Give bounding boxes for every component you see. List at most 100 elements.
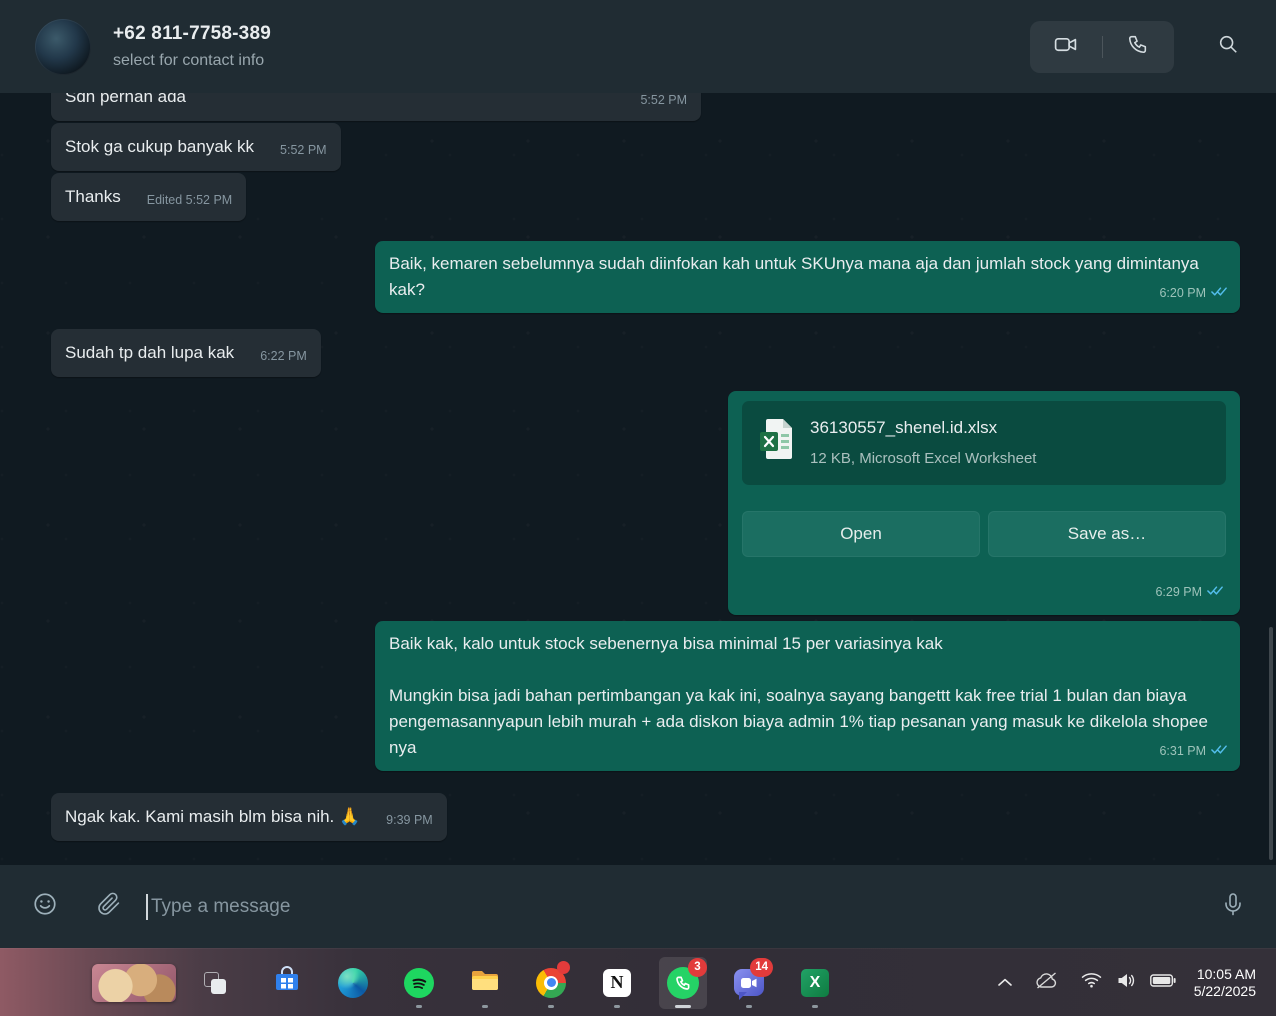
- call-button-group: [1030, 20, 1175, 73]
- message-time: 6:20 PM: [1159, 286, 1206, 300]
- wifi-tray-button[interactable]: [1081, 972, 1102, 993]
- battery-tray-button[interactable]: [1149, 973, 1176, 992]
- message-status: 6:31 PM: [1159, 738, 1228, 764]
- running-indicator: [812, 1004, 818, 1008]
- video-call-icon: [1053, 32, 1078, 62]
- chat-scroll-area[interactable]: Sdh pernah ada 5:52 PM Stok ga cukup ban…: [0, 93, 1276, 865]
- file-name: 36130557_shenel.id.xlsx: [810, 417, 998, 437]
- incoming-message-bubble[interactable]: Ngak kak. Kami masih blm bisa nih. 🙏 9:3…: [51, 793, 447, 841]
- file-action-buttons: Open Save as…: [742, 511, 1226, 557]
- taskbar-edge[interactable]: [329, 957, 377, 1009]
- message-input[interactable]: [151, 895, 1202, 918]
- search-icon: [1217, 33, 1239, 60]
- taskbar-chat[interactable]: 14: [725, 957, 773, 1009]
- running-indicator: [675, 1004, 691, 1008]
- open-button[interactable]: Open: [742, 511, 980, 557]
- windows-taskbar: N 3 14 X 10:05 AM 5/22/2025: [0, 948, 1276, 1016]
- notification-badge: [557, 960, 570, 974]
- message-edited-time: Edited 5:52 PM: [146, 193, 233, 207]
- taskbar-spotify[interactable]: [395, 957, 443, 1009]
- outgoing-message-bubble[interactable]: Baik kak, kalo untuk stock sebenernya bi…: [375, 621, 1240, 771]
- read-ticks-icon: [1207, 579, 1224, 605]
- contact-phone-title: +62 811-7758-389: [113, 23, 271, 44]
- taskbar-microsoft-store[interactable]: [263, 957, 311, 1009]
- excel-icon: X: [801, 968, 829, 997]
- file-details: 36130557_shenel.id.xlsx 12 KB, Microsoft…: [810, 415, 1036, 472]
- whatsapp-unread-badge: 3: [688, 957, 707, 977]
- read-ticks-icon: [1211, 738, 1228, 764]
- taskbar-notion[interactable]: N: [593, 957, 641, 1009]
- running-indicator: [548, 1004, 554, 1008]
- message-row: Baik, kemaren sebelumnya sudah diinfokan…: [51, 241, 1240, 313]
- message-row: 36130557_shenel.id.xlsx 12 KB, Microsoft…: [51, 391, 1240, 615]
- message-row: Stok ga cukup banyak kk 5:52 PM: [51, 123, 1240, 171]
- emoji-button[interactable]: [30, 892, 60, 922]
- phone-icon: [1127, 33, 1149, 60]
- whatsapp-window: +62 811-7758-389 select for contact info: [0, 0, 1276, 1016]
- message-time: 6:29 PM: [1155, 585, 1202, 599]
- edge-icon: [338, 967, 368, 998]
- scrollbar-thumb[interactable]: [1269, 627, 1273, 860]
- text-cursor: [146, 893, 148, 920]
- widgets-button[interactable]: [92, 963, 176, 1002]
- message-time: 5:52 PM: [280, 143, 327, 157]
- message-text: Sudah tp dah lupa kak: [65, 343, 235, 362]
- incoming-message-bubble[interactable]: Stok ga cukup banyak kk 5:52 PM: [51, 123, 341, 171]
- taskbar-chrome[interactable]: [527, 957, 575, 1009]
- outgoing-message-bubble[interactable]: Baik, kemaren sebelumnya sudah diinfokan…: [375, 241, 1240, 313]
- running-indicator: [416, 1004, 422, 1008]
- file-explorer-icon: [470, 966, 500, 999]
- task-view-button[interactable]: [204, 971, 226, 994]
- attach-button[interactable]: [94, 892, 124, 922]
- message-row: Baik kak, kalo untuk stock sebenernya bi…: [51, 621, 1240, 771]
- message-time: 6:22 PM: [260, 349, 307, 363]
- microsoft-store-icon: [272, 965, 302, 1000]
- chat-unread-badge: 14: [750, 957, 773, 977]
- taskbar-whatsapp[interactable]: 3: [659, 956, 707, 1009]
- contact-info-area[interactable]: +62 811-7758-389 select for contact info: [113, 23, 1030, 70]
- message-text: Sdh pernah ada: [65, 93, 186, 106]
- message-status: 6:29 PM: [742, 579, 1226, 605]
- taskbar-clock[interactable]: 10:05 AM 5/22/2025: [1194, 966, 1256, 1000]
- paperclip-icon: [97, 892, 121, 921]
- message-input-area: [146, 893, 1202, 920]
- contact-avatar[interactable]: [35, 18, 91, 75]
- message-row: Ngak kak. Kami masih blm bisa nih. 🙏 9:3…: [51, 793, 1240, 841]
- message-text: Baik kak, kalo untuk stock sebenernya bi…: [389, 634, 943, 653]
- running-indicator: [614, 1004, 620, 1008]
- video-call-button[interactable]: [1030, 21, 1102, 73]
- file-attachment[interactable]: 36130557_shenel.id.xlsx 12 KB, Microsoft…: [742, 401, 1226, 485]
- message-composer: [0, 865, 1276, 948]
- incoming-message-bubble[interactable]: Thanks Edited 5:52 PM: [51, 173, 247, 221]
- message-status: 6:20 PM: [1159, 280, 1228, 306]
- save-as-button[interactable]: Save as…: [988, 511, 1226, 557]
- incoming-message-bubble[interactable]: Sdh pernah ada 5:52 PM: [51, 93, 701, 121]
- cloud-offline-icon: [1034, 971, 1059, 994]
- volume-tray-button[interactable]: [1116, 972, 1136, 994]
- chevron-up-icon: [997, 974, 1012, 992]
- notion-icon: N: [603, 968, 631, 997]
- voice-call-button[interactable]: [1103, 21, 1175, 73]
- battery-icon: [1149, 973, 1176, 992]
- running-indicator: [746, 1004, 752, 1008]
- message-time: 6:31 PM: [1159, 744, 1206, 758]
- voice-message-button[interactable]: [1218, 892, 1248, 922]
- message-text: Ngak kak. Kami masih blm bisa nih. 🙏: [65, 807, 361, 826]
- incoming-message-bubble[interactable]: Sudah tp dah lupa kak 6:22 PM: [51, 329, 321, 377]
- wifi-icon: [1081, 972, 1102, 993]
- taskbar-file-explorer[interactable]: [461, 957, 509, 1009]
- search-button[interactable]: [1208, 33, 1248, 60]
- message-row: Sdh pernah ada 5:52 PM: [51, 93, 1240, 121]
- outgoing-file-message-bubble[interactable]: 36130557_shenel.id.xlsx 12 KB, Microsoft…: [728, 391, 1240, 615]
- message-row: Thanks Edited 5:52 PM: [51, 173, 1240, 221]
- taskbar-excel[interactable]: X: [791, 957, 839, 1009]
- onedrive-tray-button[interactable]: [1034, 971, 1059, 994]
- clock-date: 5/22/2025: [1193, 982, 1256, 999]
- contact-subtitle: select for contact info: [113, 52, 265, 69]
- microphone-icon: [1221, 892, 1245, 921]
- tray-chevron-button[interactable]: [997, 974, 1012, 992]
- message-text: Stok ga cukup banyak kk: [65, 137, 255, 156]
- emoji-icon: [32, 891, 58, 922]
- message-row: Sudah tp dah lupa kak 6:22 PM: [51, 329, 1240, 377]
- clock-time: 10:05 AM: [1196, 965, 1256, 982]
